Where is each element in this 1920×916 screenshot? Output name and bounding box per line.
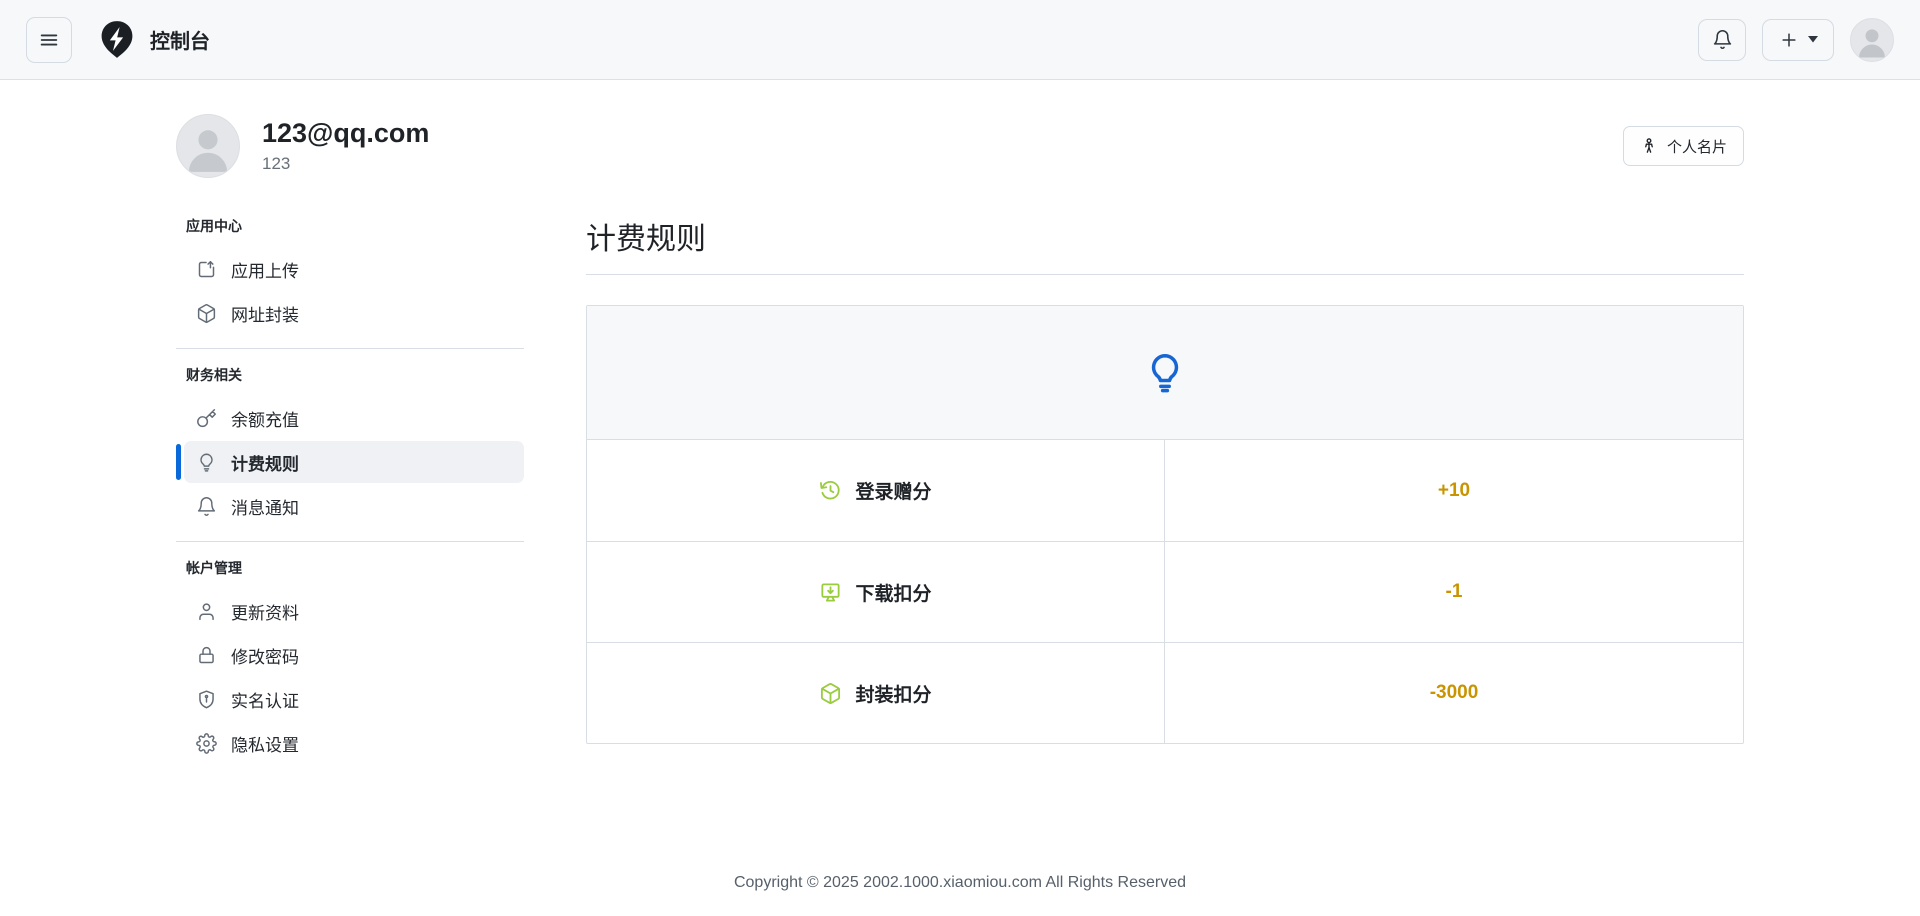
key-icon [196,408,217,429]
table-row: 封装扣分 -3000 [587,642,1743,743]
sidebar-item-realname-verify[interactable]: 实名认证 [184,678,524,720]
rule-value: +10 [1165,440,1743,541]
shield-icon [196,689,217,710]
package-icon [196,303,217,324]
sidebar-section-header: 帐户管理 [176,554,524,588]
lightbulb-icon [1143,350,1187,396]
top-navbar: 控制台 [0,0,1920,80]
page-title: 计费规则 [586,212,1744,275]
sidebar-item-balance-recharge[interactable]: 余额充值 [184,397,524,439]
rule-label: 登录赠分 [855,477,931,504]
create-new-button[interactable] [1762,19,1834,61]
table-header [587,306,1743,440]
history-clock-icon [819,479,842,502]
rule-label: 封装扣分 [855,680,931,707]
download-monitor-icon [819,581,842,604]
bell-icon [196,496,217,517]
sidebar-item-label: 更新资料 [231,599,299,624]
copyright-footer: Copyright © 2025 2002.1000.xiaomiou.com … [0,874,1920,892]
menu-icon [38,29,60,51]
brand[interactable]: 控制台 [96,19,210,61]
rule-label-cell: 登录赠分 [587,440,1165,541]
sidebar-item-label: 应用上传 [231,257,299,282]
user-icon [196,601,217,622]
sidebar-item-billing-rules[interactable]: 计费规则 [184,441,524,483]
profile-username: 123 [262,154,429,174]
sidebar-item-label: 消息通知 [231,494,299,519]
sidebar-item-app-upload[interactable]: 应用上传 [184,248,524,290]
menu-button[interactable] [26,17,72,63]
app-title: 控制台 [150,25,210,54]
lock-icon [196,645,217,666]
rule-label-cell: 下载扣分 [587,542,1165,642]
sidebar-section-account: 帐户管理 更新资料 修改密码 [176,541,524,778]
bell-icon [1712,29,1733,50]
user-avatar[interactable] [1850,18,1894,62]
lightning-pin-logo [96,19,138,61]
upload-icon [196,259,217,280]
notifications-button[interactable] [1698,19,1746,61]
plus-icon [1779,30,1799,50]
sidebar-item-label: 计费规则 [231,450,299,475]
sidebar: 应用中心 应用上传 [176,212,524,778]
sidebar-item-label: 隐私设置 [231,731,299,756]
sidebar-section-header: 应用中心 [176,212,524,246]
billing-rules-table: 登录赠分 +10 下载扣分 [586,305,1744,744]
sidebar-section-header: 财务相关 [176,361,524,395]
person-card-icon [1640,136,1658,156]
caret-down-icon [1808,36,1818,43]
gear-icon [196,733,217,754]
sidebar-item-label: 网址封装 [231,301,299,326]
sidebar-item-label: 修改密码 [231,643,299,668]
personal-card-label: 个人名片 [1667,136,1727,157]
rule-label: 下载扣分 [855,579,931,606]
navbar-actions [1698,18,1894,62]
profile-header: 123@qq.com 123 个人名片 [176,80,1744,178]
table-row: 下载扣分 -1 [587,541,1743,642]
profile-email: 123@qq.com [262,118,429,149]
rule-label-cell: 封装扣分 [587,643,1165,743]
sidebar-item-change-password[interactable]: 修改密码 [184,634,524,676]
table-row: 登录赠分 +10 [587,440,1743,541]
sidebar-item-privacy-settings[interactable]: 隐私设置 [184,722,524,764]
sidebar-section-finance: 财务相关 余额充值 计费 [176,348,524,541]
sidebar-section-app-center: 应用中心 应用上传 [176,212,524,348]
sidebar-item-notifications[interactable]: 消息通知 [184,485,524,527]
profile-avatar [176,114,240,178]
rule-value: -3000 [1165,643,1743,743]
personal-card-button[interactable]: 个人名片 [1623,126,1744,166]
rule-value: -1 [1165,542,1743,642]
sidebar-item-label: 余额充值 [231,406,299,431]
main-content: 计费规则 [586,212,1744,744]
lightbulb-icon [196,452,217,473]
sidebar-item-label: 实名认证 [231,687,299,712]
profile-texts: 123@qq.com 123 [262,118,429,173]
sidebar-item-update-profile[interactable]: 更新资料 [184,590,524,632]
package-icon [819,682,842,705]
sidebar-item-url-package[interactable]: 网址封装 [184,292,524,334]
